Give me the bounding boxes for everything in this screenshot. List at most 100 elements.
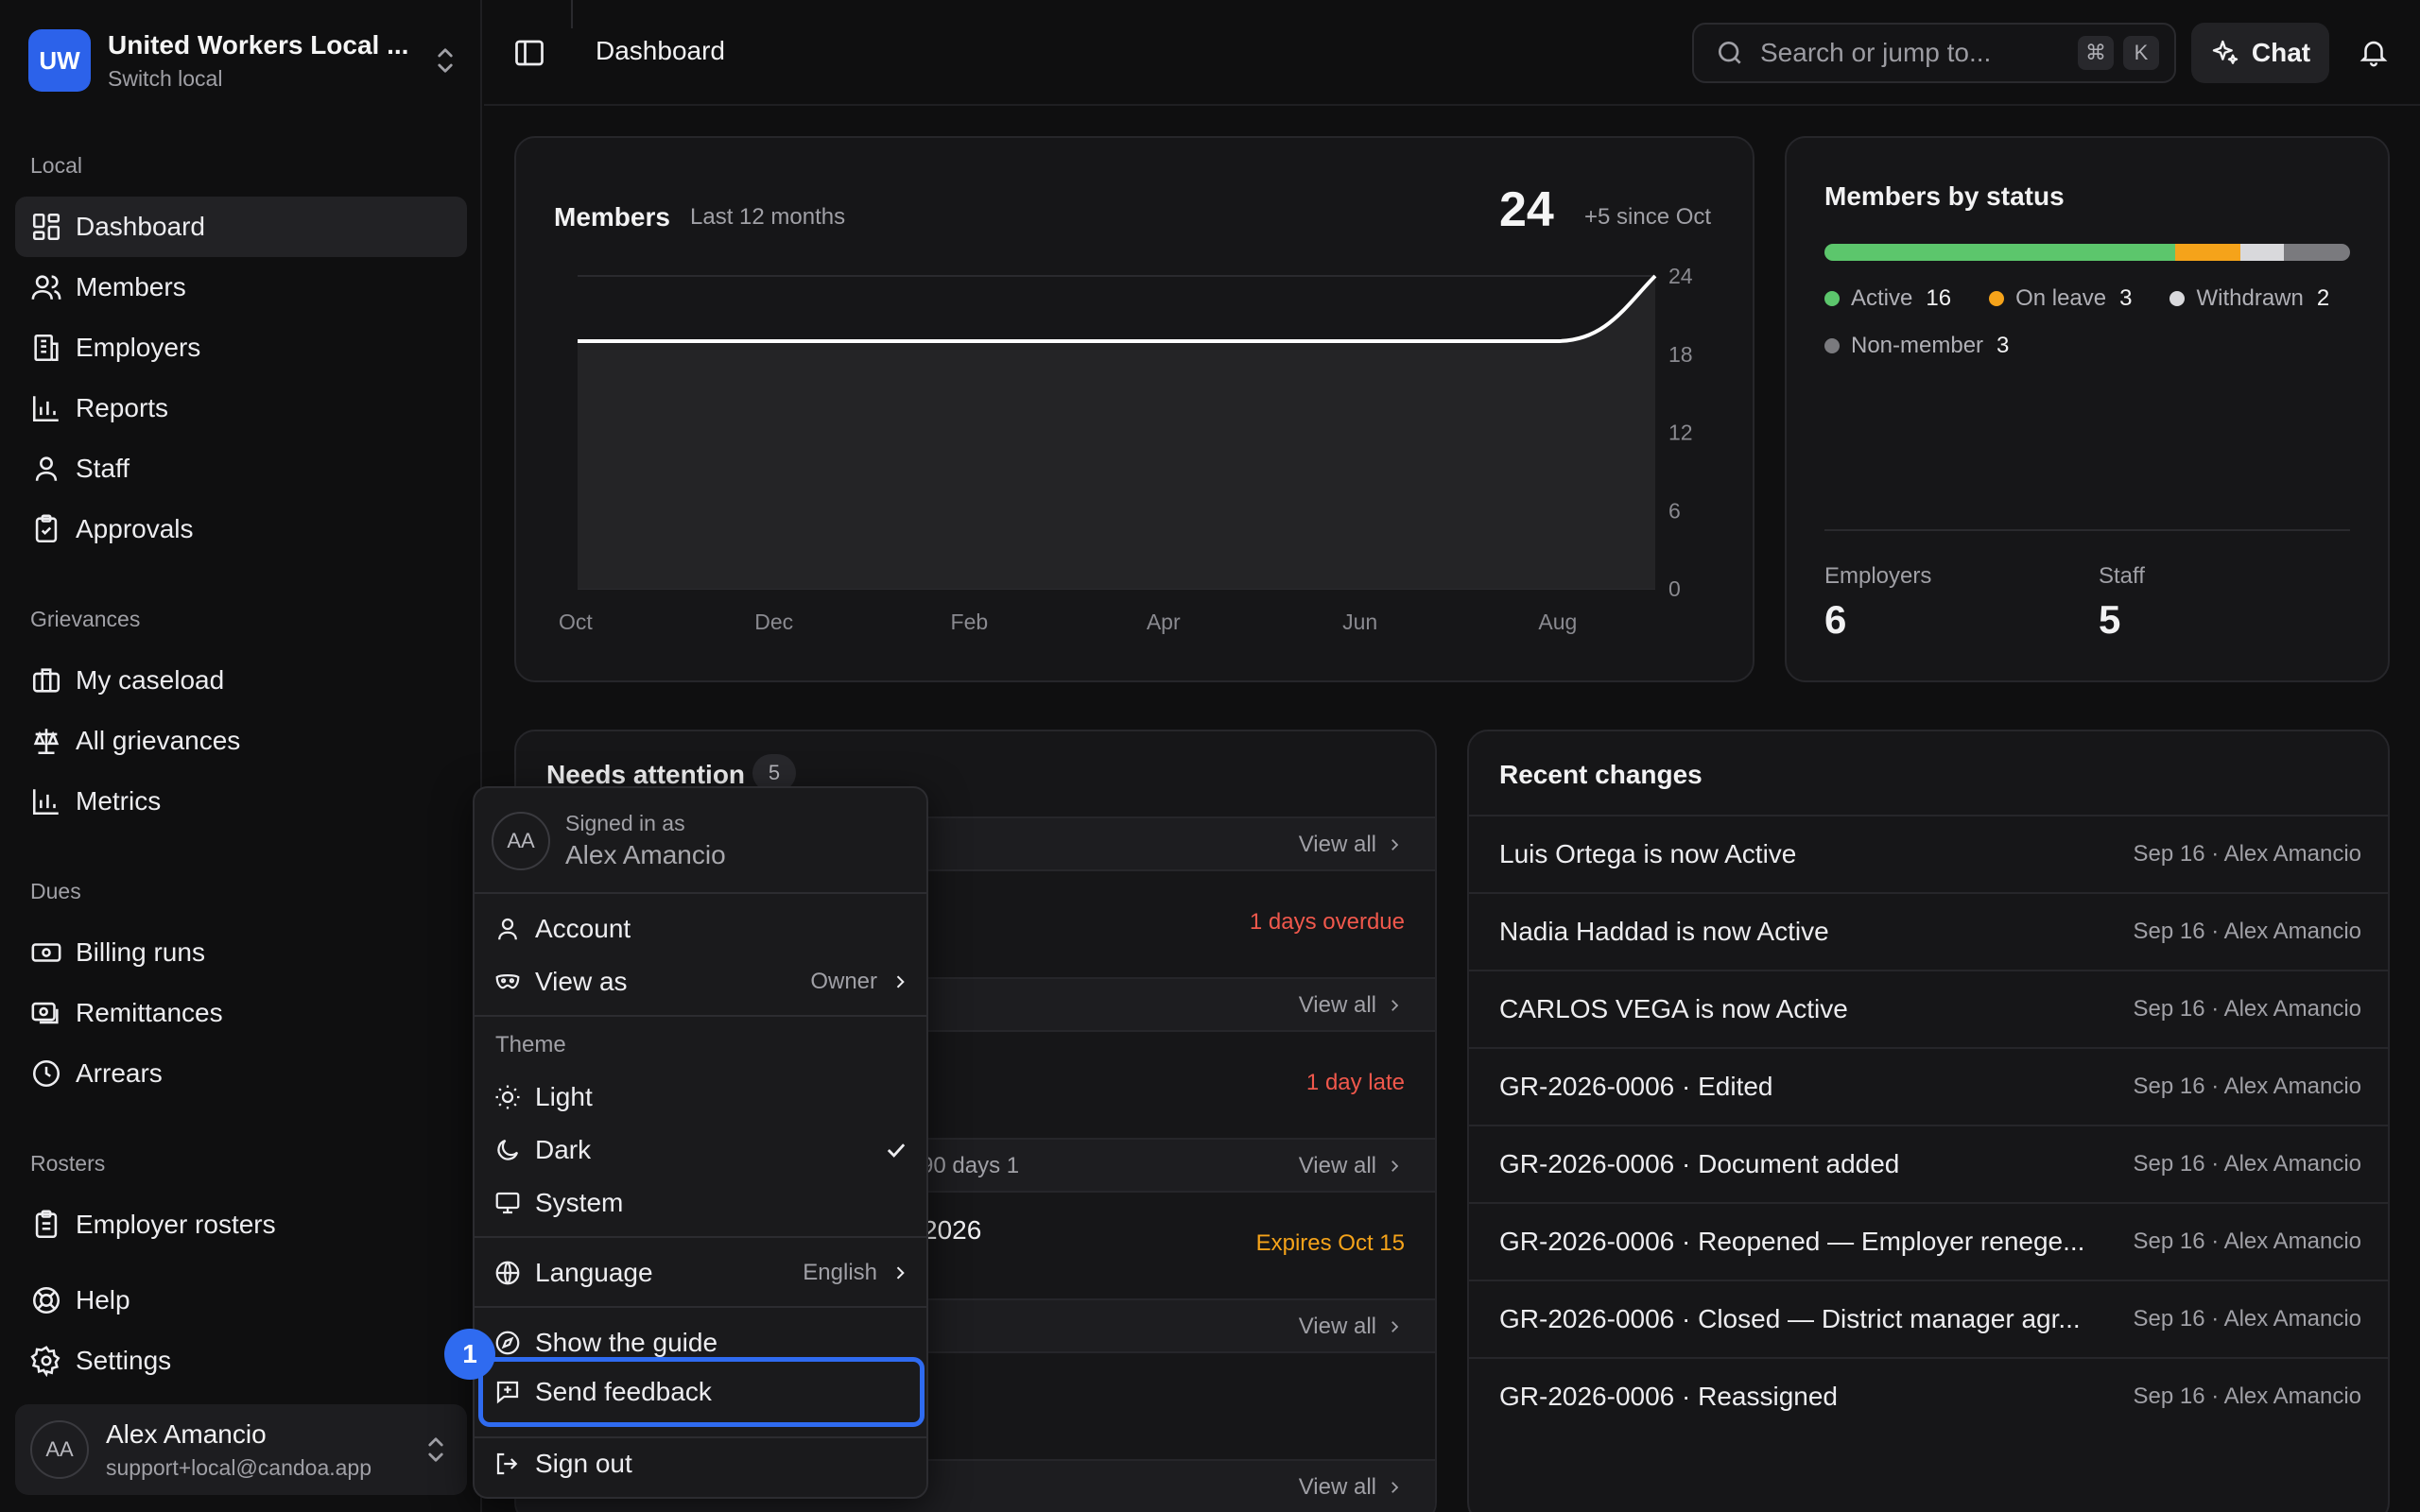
recent-row[interactable]: GR-2026-0006 · Reassigned Sep 16 · Alex A… [1469, 1357, 2388, 1435]
menu-item-label: View as [535, 967, 628, 996]
receipt-icon [31, 1002, 59, 1024]
sidebar-item-label: All grievances [76, 726, 241, 755]
menu-item-label: Language [535, 1258, 653, 1287]
x-tick-label: Oct [559, 610, 593, 634]
menu-item-sign-out[interactable]: Sign out [493, 1440, 909, 1487]
sidebar-item-staff[interactable]: Staff [15, 438, 467, 499]
sidebar-item-approvals[interactable]: Approvals [15, 499, 467, 559]
sidebar-toggle-icon[interactable] [512, 36, 546, 70]
staff-label: Staff [2099, 563, 2145, 589]
view-all-link[interactable]: View all [1299, 1314, 1403, 1340]
menu-item-account[interactable]: Account [493, 905, 909, 953]
recent-row-text: GR-2026-0006 · Edited [1499, 1072, 1773, 1101]
view-all-label: View all [1298, 992, 1376, 1018]
sidebar-item-label: Metrics [76, 786, 162, 816]
sidebar-item-label: Help [76, 1285, 130, 1314]
user-name: Alex Amancio [106, 1418, 267, 1449]
recent-row[interactable]: Luis Ortega is now Active Sep 16 · Alex A… [1469, 815, 2388, 892]
bell-icon[interactable] [2358, 36, 2390, 68]
sidebar-item-employer-rosters[interactable]: Employer rosters [15, 1194, 467, 1255]
legend-item-active: Active 16 [1824, 285, 1951, 312]
menu-item-view-as[interactable]: View as Owner [493, 958, 909, 1005]
status-title: Members by status [1824, 181, 2065, 211]
recent-row-meta: Sep 16 · Alex Amancio [2133, 1383, 2361, 1409]
chevron-right-icon [1392, 1482, 1399, 1493]
legend-value: 3 [2119, 285, 2133, 311]
sidebar-item-remittances[interactable]: Remittances [15, 983, 467, 1043]
scale-icon [33, 729, 60, 755]
sidebar-item-metrics[interactable]: Metrics [15, 771, 467, 832]
view-all-link[interactable]: View all [1299, 992, 1403, 1019]
legend-dot [2169, 291, 2186, 306]
recent-row[interactable]: GR-2026-0006 · Edited Sep 16 · Alex Amanc… [1469, 1047, 2388, 1125]
recent-row-meta: Sep 16 · Alex Amancio [2133, 996, 2361, 1022]
y-tick-label: 0 [1668, 576, 1681, 601]
sidebar-item-label: Employer rosters [76, 1210, 276, 1239]
attention-row-text[interactable]: 2026 [923, 1215, 981, 1246]
sidebar-item-label: Billing runs [76, 937, 205, 967]
sidebar-item-dashboard[interactable]: Dashboard [15, 197, 467, 257]
view-all-link[interactable]: View all [1299, 1153, 1403, 1179]
sidebar-item-billing-runs[interactable]: Billing runs [15, 922, 467, 983]
x-tick-label: Aug [1538, 610, 1577, 634]
sidebar-item-members[interactable]: Members [15, 257, 467, 318]
legend-dot [1824, 338, 1840, 353]
recent-row[interactable]: GR-2026-0006 · Reopened — Employer reneg… [1469, 1202, 2388, 1280]
legend-dot [1824, 291, 1840, 306]
sidebar-item-all-grievances[interactable]: All grievances [15, 711, 467, 771]
view-all-label: View all [1298, 1153, 1376, 1178]
recent-row-text: Nadia Haddad is now Active [1499, 917, 1829, 946]
section-label-dues: Dues [30, 879, 81, 903]
org-switcher[interactable]: UW United Workers Local ... Switch local [28, 26, 459, 94]
menu-item-language[interactable]: Language English [493, 1249, 909, 1297]
y-tick-label: 12 [1668, 421, 1693, 445]
recent-row[interactable]: CARLOS VEGA is now Active Sep 16 · Alex A… [1469, 970, 2388, 1047]
recent-row-meta: Sep 16 · Alex Amancio [2133, 919, 2361, 944]
page-title: Dashboard [596, 36, 725, 65]
sidebar-item-reports[interactable]: Reports [15, 378, 467, 438]
log-out-icon [496, 1452, 518, 1475]
recent-row-meta: Sep 16 · Alex Amancio [2133, 1228, 2361, 1254]
divider [475, 892, 926, 894]
recent-row-meta: Sep 16 · Alex Amancio [2133, 841, 2361, 867]
legend-value: 2 [2316, 285, 2330, 311]
sidebar-item-help[interactable]: Help [15, 1270, 467, 1331]
chat-button[interactable]: Chat [2191, 23, 2329, 83]
sidebar-item-my-caseload[interactable]: My caseload [15, 650, 467, 711]
menu-item-theme-system[interactable]: System [493, 1179, 909, 1227]
clipboard-list-icon [35, 1210, 58, 1239]
view-all-link[interactable]: View all [1299, 832, 1403, 858]
menu-item-theme-light[interactable]: Light [493, 1074, 909, 1121]
menu-item-send-feedback[interactable]: Send feedback [493, 1368, 909, 1416]
user-icon [498, 918, 517, 940]
sidebar-item-employers[interactable]: Employers [15, 318, 467, 378]
signed-in-header: AA Signed in as Alex Amancio [492, 811, 726, 870]
recent-row[interactable]: Nadia Haddad is now Active Sep 16 · Alex … [1469, 892, 2388, 970]
recent-row-text: CARLOS VEGA is now Active [1499, 994, 1848, 1023]
series-line [578, 274, 1657, 343]
view-all-link[interactable]: View all [1299, 1474, 1403, 1501]
sidebar-item-arrears[interactable]: Arrears [15, 1043, 467, 1104]
chevron-right-icon [1392, 839, 1399, 850]
staff-stat: Staff 5 [2099, 563, 2145, 643]
theme-label: Theme [495, 1032, 566, 1057]
employers-value: 6 [1824, 597, 1847, 642]
recent-row[interactable]: GR-2026-0006 · Document added Sep 16 · Al… [1469, 1125, 2388, 1202]
recent-changes-card: Recent changes Luis Ortega is now Active… [1467, 730, 2390, 1512]
user-menu-trigger[interactable]: AA Alex Amancio support+local@candoa.app [15, 1404, 467, 1495]
divider [571, 0, 573, 28]
view-as-value: Owner [810, 969, 877, 994]
chevron-updown-icon [438, 48, 453, 73]
y-tick-label: 24 [1668, 264, 1693, 288]
employers-label: Employers [1824, 563, 1932, 589]
recent-title: Recent changes [1499, 760, 1703, 789]
sidebar-item-settings[interactable]: Settings [15, 1331, 467, 1391]
step-badge: 1 [444, 1329, 495, 1380]
recent-row-text: Luis Ortega is now Active [1499, 839, 1797, 868]
search-input[interactable]: Search or jump to... ⌘ K [1692, 23, 2176, 83]
recent-row[interactable]: GR-2026-0006 · Closed — District manager… [1469, 1280, 2388, 1357]
sidebar-item-label: My caseload [76, 665, 225, 695]
members-by-status-card: Members by status Active 16 On leave 3 Wit… [1785, 136, 2390, 682]
search-icon [1719, 42, 1741, 64]
menu-item-theme-dark[interactable]: Dark [493, 1126, 909, 1174]
